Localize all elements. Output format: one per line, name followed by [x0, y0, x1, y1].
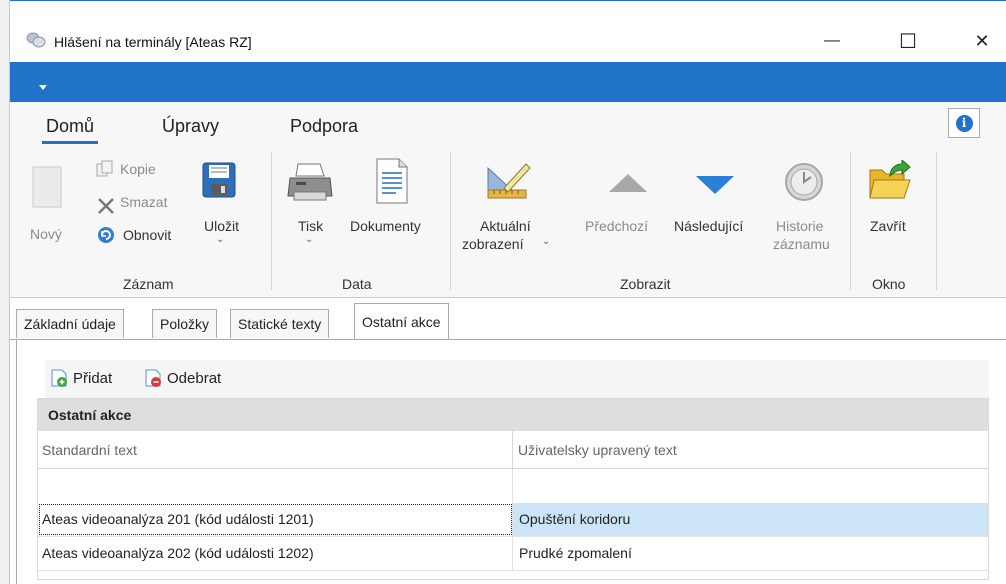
- grid-column-headers: Standardní text Uživatelsky upravený tex…: [38, 431, 988, 469]
- app-window: Hlášení na terminály [Ateas RZ] — ☐ ✕ Do…: [10, 0, 1006, 584]
- tab-upravy[interactable]: Úpravy: [162, 116, 219, 137]
- save-floppy-icon: [202, 162, 236, 198]
- info-button[interactable]: i: [948, 108, 980, 138]
- current-view-label-2: zobrazení: [462, 236, 524, 252]
- tab-label: Statické texty: [238, 316, 322, 332]
- documents-icon: [376, 158, 408, 204]
- add-button[interactable]: Přidat: [51, 369, 112, 387]
- ribbon-tabs: Domů Úpravy Podpora: [10, 102, 1006, 146]
- tab-domu[interactable]: Domů: [42, 116, 99, 144]
- minimize-icon: —: [824, 32, 840, 49]
- info-icon: i: [955, 114, 973, 132]
- document-tabs: Základní údaje Položky Statické texty Os…: [10, 298, 1006, 339]
- group-label-data: Data: [342, 276, 372, 292]
- delete-button[interactable]: Smazat: [120, 194, 167, 210]
- remove-document-icon: [145, 369, 161, 387]
- grid-toolbar: Přidat Odebrat: [45, 360, 989, 398]
- ribbon-separator: [936, 152, 937, 290]
- quick-access-dropdown-icon[interactable]: [39, 85, 47, 90]
- tab-polozky[interactable]: Položky: [152, 309, 218, 338]
- tab-ostatni-akce[interactable]: Ostatní akce: [354, 303, 449, 339]
- column-separator[interactable]: [512, 431, 513, 469]
- close-button[interactable]: ✕: [962, 23, 1002, 59]
- actions-grid: Ostatní akce Standardní text Uživatelsky…: [37, 398, 989, 580]
- maximize-button[interactable]: ☐: [888, 23, 928, 59]
- remove-button[interactable]: Odebrat: [145, 369, 221, 387]
- group-label-zaznam: Záznam: [123, 276, 174, 292]
- current-view-dropdown-icon[interactable]: ⌄: [542, 236, 550, 247]
- cell-custom-text[interactable]: Prudké zpomalení: [513, 537, 988, 570]
- add-label: Přidat: [73, 369, 113, 387]
- desktop-edge: [0, 0, 10, 584]
- save-button[interactable]: Uložit: [204, 218, 239, 234]
- delete-x-icon: [98, 198, 114, 214]
- current-view-button[interactable]: Aktuální: [480, 218, 531, 234]
- copy-button[interactable]: Kopie: [120, 161, 156, 177]
- tab-zakladni-udaje[interactable]: Základní údaje: [16, 309, 124, 338]
- ribbon: Nový Kopie Smazat Obnovit Uložit ⌄ Zázna…: [10, 146, 1006, 298]
- column-header-custom[interactable]: Uživatelsky upravený text: [518, 442, 677, 458]
- quick-access-bar: [10, 62, 1006, 102]
- copy-icon: [96, 160, 113, 177]
- tab-label: Úpravy: [162, 116, 220, 136]
- ribbon-separator: [271, 152, 272, 290]
- current-view-ruler-icon: [487, 163, 531, 199]
- next-button[interactable]: Následující: [674, 218, 743, 234]
- cell-standard-text[interactable]: Ateas videoanalýza 201 (kód události 120…: [38, 503, 513, 536]
- tab-content: Přidat Odebrat Ostatní akce Standardní t…: [16, 340, 1006, 584]
- close-icon: ✕: [974, 30, 990, 51]
- tab-label: Podpora: [290, 116, 359, 136]
- tab-label: Základní údaje: [24, 316, 116, 332]
- new-document-icon: [32, 166, 62, 208]
- cell-custom-text[interactable]: Opuštění koridoru: [513, 503, 988, 536]
- app-icon: [26, 32, 46, 48]
- table-row[interactable]: Ateas videoanalýza 201 (kód události 120…: [38, 503, 988, 536]
- table-row[interactable]: Ateas videoanalýza 202 (kód události 120…: [38, 537, 988, 570]
- ribbon-separator: [850, 152, 851, 290]
- close-folder-icon: [869, 160, 911, 199]
- history-button[interactable]: Historie: [776, 218, 823, 234]
- group-label-okno: Okno: [872, 276, 906, 292]
- column-header-standard[interactable]: Standardní text: [42, 442, 137, 458]
- new-button[interactable]: Nový: [30, 226, 62, 242]
- documents-button[interactable]: Dokumenty: [350, 218, 421, 234]
- column-divider: [512, 469, 513, 571]
- refresh-button[interactable]: Obnovit: [123, 227, 171, 243]
- window-title: Hlášení na terminály [Ateas RZ]: [54, 34, 252, 50]
- add-document-icon: [51, 369, 67, 387]
- title-bar: Hlášení na terminály [Ateas RZ] — ☐ ✕: [10, 0, 1006, 62]
- save-dropdown-icon[interactable]: ⌄: [216, 234, 224, 245]
- print-dropdown-icon[interactable]: ⌄: [305, 234, 313, 245]
- printer-icon: [287, 163, 333, 201]
- history-label-2: záznamu: [773, 236, 830, 252]
- next-triangle-icon: [696, 176, 734, 194]
- ribbon-separator: [450, 152, 451, 290]
- refresh-icon: [98, 227, 114, 243]
- print-button[interactable]: Tisk: [298, 218, 323, 234]
- grid-group-header: Ostatní akce: [38, 399, 988, 431]
- tab-label: Ostatní akce: [362, 314, 441, 330]
- active-tab-indicator: [42, 141, 99, 144]
- tab-label: Položky: [160, 316, 210, 332]
- remove-label: Odebrat: [167, 369, 222, 387]
- history-clock-icon: [785, 163, 823, 201]
- row-divider: [38, 570, 988, 571]
- tab-staticke-texty[interactable]: Statické texty: [230, 309, 330, 338]
- previous-button[interactable]: Předchozí: [585, 218, 648, 234]
- cell-standard-text[interactable]: Ateas videoanalýza 202 (kód události 120…: [38, 537, 513, 570]
- close-window-button[interactable]: Zavřít: [870, 218, 906, 234]
- maximize-icon: ☐: [899, 30, 917, 53]
- tab-label: Domů: [46, 116, 95, 136]
- minimize-button[interactable]: —: [812, 23, 852, 59]
- previous-triangle-icon: [609, 174, 647, 192]
- tab-podpora[interactable]: Podpora: [290, 116, 358, 137]
- group-label-zobrazit: Zobrazit: [620, 276, 671, 292]
